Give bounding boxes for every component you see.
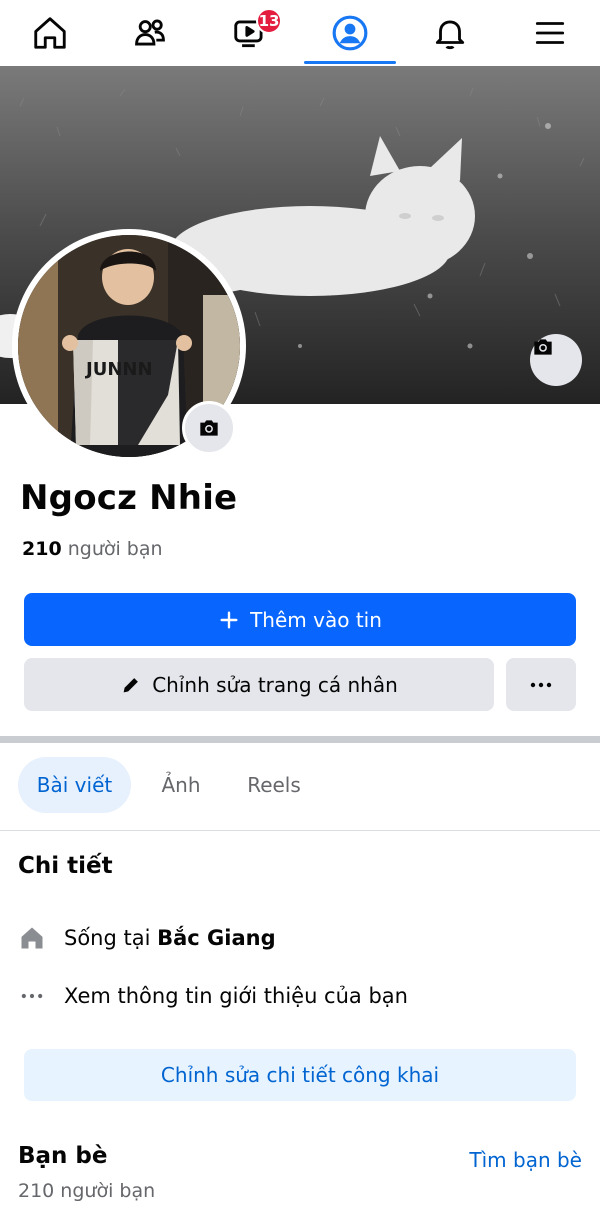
camera-icon — [200, 420, 218, 436]
friends-count[interactable]: 210 người bạn — [22, 538, 163, 560]
lives-in-row: Sống tại Bắc Giang — [18, 924, 276, 952]
edit-profile-button[interactable]: Chỉnh sửa trang cá nhân — [24, 658, 494, 711]
edit-public-details-button[interactable]: Chỉnh sửa chi tiết công khai — [24, 1049, 576, 1101]
home-icon — [21, 927, 43, 949]
see-about-row[interactable]: Xem thông tin giới thiệu của bạn — [18, 982, 408, 1010]
friends-count-number: 210 — [22, 538, 62, 560]
lives-in-prefix: Sống tại — [64, 926, 151, 950]
more-options-button[interactable] — [506, 658, 576, 711]
camera-icon — [534, 339, 552, 355]
nav-friends[interactable] — [100, 0, 200, 66]
home-icon — [34, 17, 66, 49]
see-about-label: Xem thông tin giới thiệu của bạn — [64, 984, 408, 1008]
friends-subtitle: 210 người bạn — [18, 1180, 156, 1202]
jersey-text: JUNNN — [84, 359, 153, 380]
pencil-icon — [123, 677, 139, 692]
tabs-divider — [0, 830, 600, 831]
nav-home[interactable] — [0, 0, 100, 66]
profile-tabs: Bài viết Ảnh Reels — [0, 757, 600, 815]
avatar-camera-button[interactable] — [182, 401, 236, 455]
tab-reels[interactable]: Reels — [234, 757, 314, 813]
more-icon — [21, 993, 43, 999]
find-friends-link[interactable]: Tìm bạn bè — [469, 1148, 582, 1172]
add-to-story-button[interactable]: Thêm vào tin — [24, 593, 576, 646]
active-tab-indicator — [304, 61, 396, 64]
top-navigation-bar: 13 — [0, 0, 600, 66]
plus-icon — [220, 610, 238, 629]
nav-notifications[interactable] — [400, 0, 500, 66]
tab-photos[interactable]: Ảnh — [148, 757, 214, 813]
tab-posts[interactable]: Bài viết — [18, 757, 131, 813]
profile-icon — [332, 15, 368, 51]
bell-icon — [435, 20, 465, 50]
edit-profile-label: Chỉnh sửa trang cá nhân — [152, 672, 398, 697]
details-title: Chi tiết — [18, 853, 113, 879]
nav-profile[interactable] — [300, 0, 400, 66]
friends-count-label: người bạn — [67, 538, 163, 560]
add-to-story-label: Thêm vào tin — [250, 607, 382, 632]
nav-video[interactable]: 13 — [200, 0, 300, 66]
cover-camera-button[interactable] — [530, 334, 582, 386]
friends-icon — [135, 19, 165, 46]
friends-title: Bạn bè — [18, 1143, 108, 1169]
profile-picture[interactable]: JUNNN — [12, 229, 246, 463]
lives-in-place[interactable]: Bắc Giang — [157, 926, 276, 950]
menu-icon — [535, 22, 565, 44]
section-divider — [0, 736, 600, 743]
profile-name: Ngocz Nhie — [20, 478, 238, 518]
video-notification-badge: 13 — [256, 8, 282, 34]
nav-menu[interactable] — [500, 0, 600, 66]
more-icon — [530, 682, 552, 687]
